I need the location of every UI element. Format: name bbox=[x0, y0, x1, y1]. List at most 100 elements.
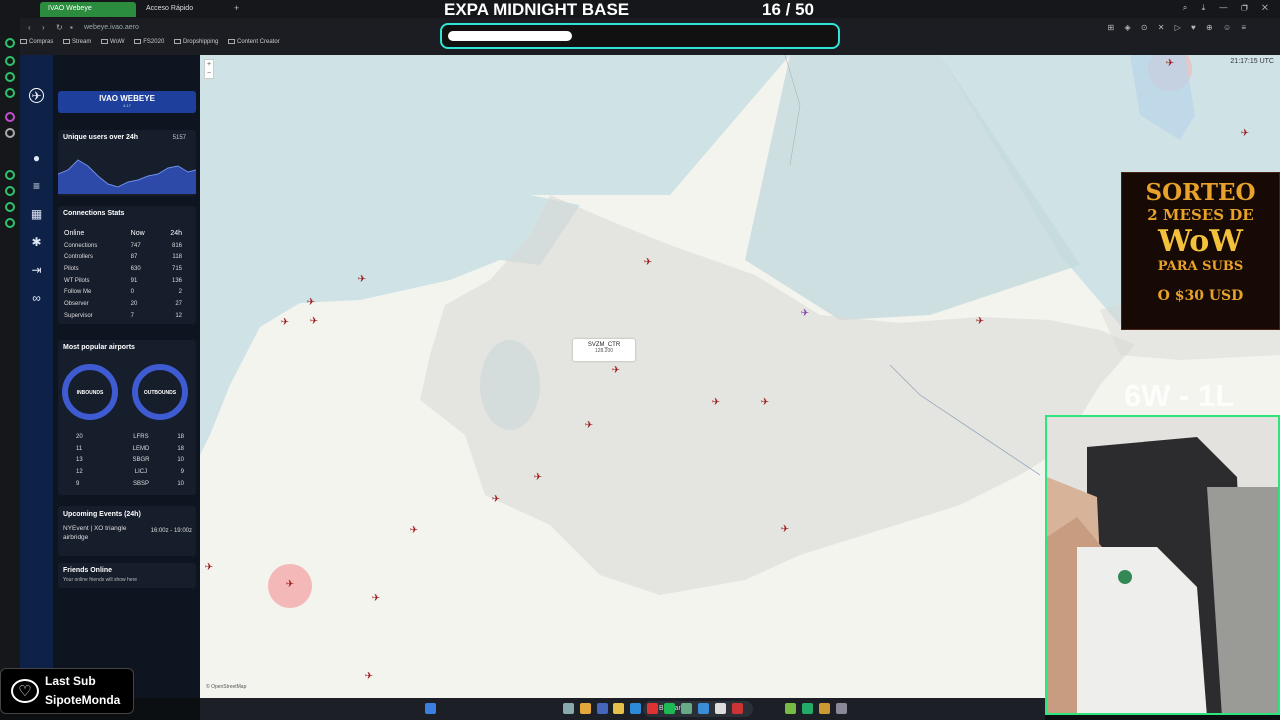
aircraft-icon[interactable]: ✈ bbox=[204, 563, 214, 573]
sidebar-app-icon[interactable] bbox=[5, 88, 15, 98]
task-view-icon[interactable] bbox=[563, 703, 574, 714]
aircraft-icon[interactable]: ✈ bbox=[800, 309, 810, 319]
events-title: Upcoming Events (24h) bbox=[63, 511, 141, 518]
aircraft-icon[interactable]: ✈ bbox=[584, 421, 594, 431]
tab-acceso-rapido[interactable]: Acceso Rápido bbox=[138, 2, 234, 17]
sidebar-app-icon[interactable] bbox=[5, 170, 15, 180]
events-card: Upcoming Events (24h) NYEvent | XO trian… bbox=[58, 506, 196, 556]
aircraft-icon[interactable]: ✈ bbox=[643, 258, 653, 268]
sidebar-app-icon[interactable] bbox=[5, 186, 15, 196]
popular-airports-card: Most popular airports INBOUNDS OUTBOUNDS… bbox=[58, 340, 196, 495]
atc-tooltip: SVZM_CTR 128.200 bbox=[573, 339, 635, 361]
aircraft-icon[interactable]: ✈ bbox=[309, 317, 319, 327]
aircraft-icon[interactable]: ✈ bbox=[1240, 129, 1250, 139]
globe-icon[interactable]: ● bbox=[29, 151, 44, 166]
bookmark-dropshipping[interactable]: Dropshipping bbox=[173, 39, 218, 45]
widgets-icon[interactable] bbox=[580, 703, 591, 714]
folder-icon bbox=[173, 39, 181, 44]
app-icon[interactable] bbox=[715, 703, 726, 714]
spotify-icon[interactable] bbox=[664, 703, 675, 714]
tooltip-freq: 128.200 bbox=[594, 348, 614, 354]
connections-title: Connections Stats bbox=[63, 210, 125, 217]
aircraft-icon[interactable]: ✈ bbox=[611, 366, 621, 376]
zoom-control[interactable]: + − bbox=[204, 59, 214, 79]
reload-icon[interactable]: ↻ bbox=[56, 23, 63, 32]
app-icon[interactable] bbox=[698, 703, 709, 714]
bookmark-fs2020[interactable]: FS2020 bbox=[134, 39, 164, 45]
app-icon[interactable] bbox=[785, 703, 796, 714]
tab-ivao-webeye[interactable]: IVAO Webeye bbox=[40, 2, 136, 17]
logo-title: IVAO WEBEYE bbox=[99, 94, 155, 103]
link-icon[interactable]: ∞ bbox=[29, 291, 44, 306]
sidebar-app-icon[interactable] bbox=[5, 72, 15, 82]
aircraft-icon[interactable]: ✈ bbox=[760, 398, 770, 408]
new-tab-icon[interactable]: + bbox=[234, 3, 239, 13]
list-icon[interactable]: ≡ bbox=[29, 179, 44, 194]
aircraft-icon[interactable]: ✈ bbox=[371, 594, 381, 604]
windows-start-icon[interactable] bbox=[425, 703, 436, 714]
opera-icon[interactable] bbox=[732, 703, 743, 714]
aircraft-icon[interactable]: ✈ bbox=[491, 495, 501, 505]
conn-head: Online bbox=[64, 230, 85, 238]
users-title: Unique users over 24h bbox=[63, 134, 139, 141]
table-row: WT Pilots 91 136 bbox=[64, 277, 182, 284]
users-card: Unique users over 24h 5157 bbox=[58, 130, 196, 196]
sidebar-app-icon[interactable] bbox=[5, 202, 15, 212]
sidebar-app-icon[interactable] bbox=[5, 38, 15, 48]
table-row: Connections 747 816 bbox=[64, 242, 182, 249]
popular-airports-title: Most popular airports bbox=[63, 344, 135, 351]
sidebar-app-icon[interactable] bbox=[5, 218, 15, 228]
explorer-icon[interactable] bbox=[613, 703, 624, 714]
plane-logo-icon[interactable]: ✈ bbox=[29, 88, 44, 103]
gear-icon[interactable]: ✱ bbox=[29, 235, 44, 250]
sub-goal-progress bbox=[440, 23, 840, 49]
connections-card: Connections Stats Online Now 24h Connectio… bbox=[58, 206, 196, 324]
folder-icon bbox=[101, 39, 109, 44]
users-sparkline bbox=[58, 159, 196, 194]
aircraft-icon[interactable]: ✈ bbox=[780, 525, 790, 535]
folder-icon bbox=[134, 39, 142, 44]
heart-icon: ♡ bbox=[11, 679, 39, 703]
app-icon[interactable] bbox=[681, 703, 692, 714]
aircraft-icon[interactable]: ✈ bbox=[1165, 59, 1175, 69]
aircraft-icon[interactable]: ✈ bbox=[285, 580, 295, 590]
aircraft-icon[interactable]: ✈ bbox=[364, 672, 374, 682]
app-icon[interactable] bbox=[597, 703, 608, 714]
aircraft-icon[interactable]: ✈ bbox=[409, 526, 419, 536]
back-icon[interactable]: ‹ bbox=[28, 23, 31, 32]
aircraft-icon[interactable]: ✈ bbox=[357, 275, 367, 285]
event-name[interactable]: NYEvent | XO triangle airbridge bbox=[63, 524, 143, 542]
window-controls[interactable]: ⌕ ⤓ — ❐ ✕ bbox=[1183, 3, 1274, 13]
sidebar-app-icon[interactable] bbox=[5, 112, 15, 122]
friends-subtitle: Your online friends will show here bbox=[63, 577, 138, 583]
aircraft-icon[interactable]: ✈ bbox=[280, 318, 290, 328]
x-icon[interactable] bbox=[5, 128, 15, 138]
login-icon[interactable]: ⇥ bbox=[29, 263, 44, 278]
edge-icon[interactable] bbox=[630, 703, 641, 714]
steam-icon[interactable] bbox=[802, 703, 813, 714]
table-row: 20 LFRS 18 bbox=[76, 433, 184, 440]
url-field[interactable]: webeye.ivao.aero bbox=[84, 24, 139, 31]
bookmark-compras[interactable]: Compras bbox=[20, 39, 53, 45]
outbounds-donut: OUTBOUNDS bbox=[132, 364, 188, 420]
last-sub-widget: ♡ Last Sub SipoteMonda bbox=[0, 668, 134, 714]
aircraft-icon[interactable]: ✈ bbox=[306, 298, 316, 308]
aircraft-icon[interactable]: ✈ bbox=[711, 398, 721, 408]
folder-icon bbox=[20, 39, 27, 44]
app-icon[interactable] bbox=[836, 703, 847, 714]
promo-line: PARA SUBS bbox=[1157, 259, 1244, 274]
aircraft-icon[interactable]: ✈ bbox=[975, 317, 985, 327]
sidebar-app-icon[interactable] bbox=[5, 56, 15, 66]
bookmark-wow[interactable]: WoW bbox=[101, 39, 125, 45]
friends-card: Friends Online Your online friends will … bbox=[58, 563, 196, 588]
extension-icons[interactable]: ⊞ ◈ ⊙ ✕ ▷ ♥ ⊕ ☺ ≡ bbox=[1108, 23, 1250, 32]
bookmark-stream[interactable]: Stream bbox=[63, 39, 91, 45]
app-icon[interactable] bbox=[819, 703, 830, 714]
map-attribution[interactable]: © OpenStreetMap bbox=[206, 684, 246, 690]
forward-icon[interactable]: › bbox=[42, 23, 45, 32]
progress-fill bbox=[448, 31, 572, 41]
bookmark-content-creator[interactable]: Content Creator bbox=[227, 39, 280, 45]
aircraft-icon[interactable]: ✈ bbox=[533, 473, 543, 483]
calendar-icon[interactable]: ▦ bbox=[29, 207, 44, 222]
app-icon[interactable] bbox=[647, 703, 658, 714]
